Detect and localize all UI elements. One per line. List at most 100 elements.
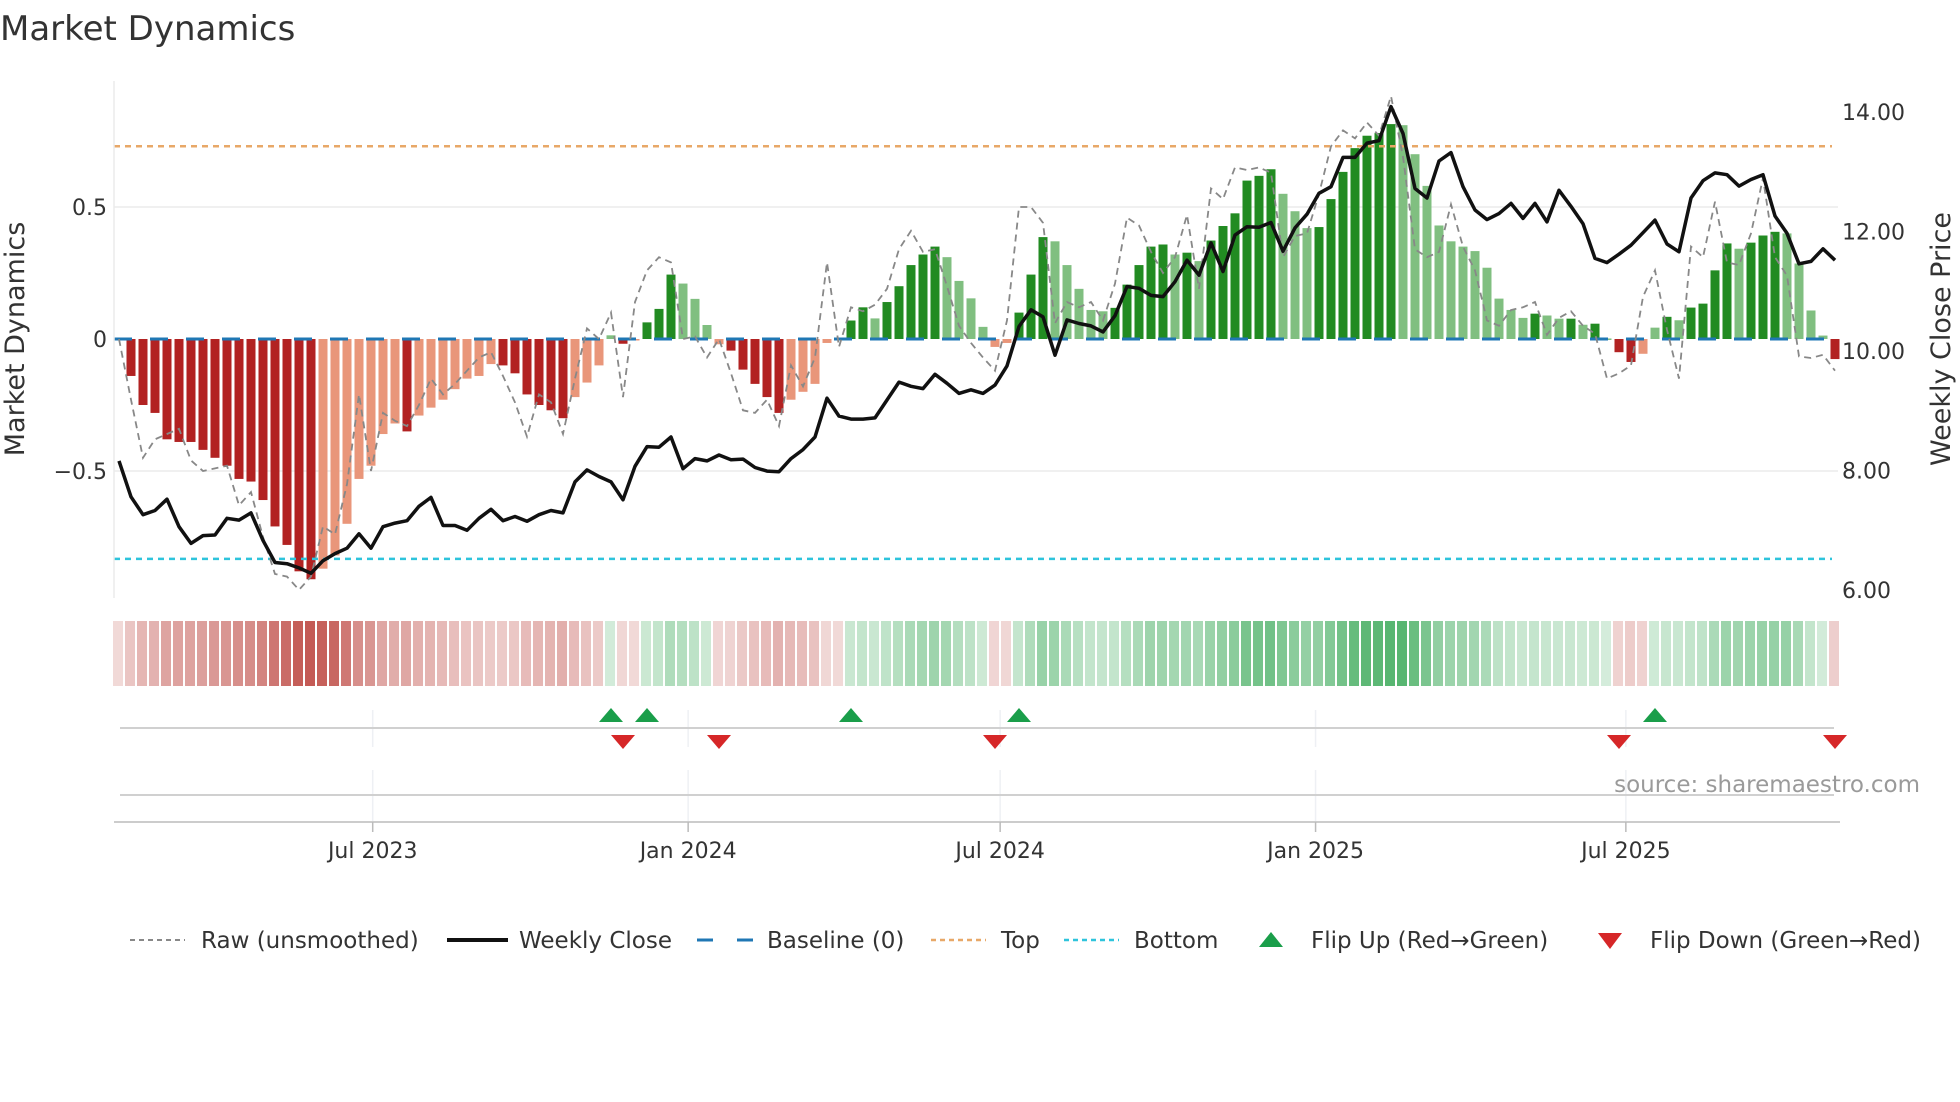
dynamics-bar [1650,327,1660,339]
heat-strip-cell [485,621,495,686]
dynamics-bar [1566,318,1576,339]
heat-strip-cell [1325,621,1335,686]
heat-strip-cell [737,621,747,686]
dynamics-bar [1674,320,1684,339]
heat-strip-cell [185,621,195,686]
heat-strip-cell [257,621,267,686]
heat-strip-cell [869,621,879,686]
dynamics-bar [918,254,928,339]
dynamics-bar [1362,135,1372,339]
heat-strip-cell [1481,621,1491,686]
dynamics-bar [906,265,916,339]
dynamics-bar [126,339,136,376]
heat-strip-cell [1061,621,1071,686]
dynamics-bar [894,286,904,339]
heat-strip-cell [1721,621,1731,686]
dynamics-bar [786,339,796,400]
dynamics-bar [522,339,532,395]
dynamics-bar [162,339,172,440]
heat-strip-cell [1265,621,1275,686]
heat-strip-cell [125,621,135,686]
heat-strip-cell [1745,621,1755,686]
dynamics-bar [558,339,568,419]
dynamics-bar [1830,339,1840,360]
heat-strip-cell [377,621,387,686]
heat-strip-cell [1661,621,1671,686]
heat-strip-cell [1445,621,1455,686]
dynamics-bar [1758,235,1768,339]
dynamics-bar [1374,133,1384,339]
heat-strip-cell [1505,621,1515,686]
heat-strip-cell [1529,621,1539,686]
heat-strip-cell [1781,621,1791,686]
dynamics-bar [582,339,592,383]
heat-strip-cell [809,621,819,686]
dynamics-bar [474,339,484,376]
dynamics-bar [258,339,268,501]
heat-strip-cell [797,621,807,686]
heat-strip-cell [569,621,579,686]
heat-strip-cell [557,621,567,686]
dynamics-bar [594,339,604,366]
heat-strip-cell [1001,621,1011,686]
dynamics-bar [882,302,892,339]
heat-strip-cell [1025,621,1035,686]
flip-down-marker [1607,735,1631,749]
x-tick-label: Jan 2024 [638,839,737,864]
flip-up-marker [635,708,659,722]
dynamics-bar [750,339,760,384]
heat-strip-cell [1277,621,1287,686]
heat-strip-cell [1409,621,1419,686]
dynamics-bar [1338,171,1348,339]
dynamics-bar [378,339,388,435]
dynamics-bar [1002,339,1012,343]
heat-strip-cell [581,621,591,686]
flip-up-marker [599,708,623,722]
heat-strip-cell [1049,621,1059,686]
dynamics-bar [186,339,196,442]
flip-up-marker [1643,708,1667,722]
heat-strip-cell [641,621,651,686]
heat-strip-cell [1181,621,1191,686]
dynamics-bar [498,339,508,366]
dynamics-bar [1782,233,1792,339]
dynamics-bar [1806,310,1816,339]
heat-strip-cell [1301,621,1311,686]
legend: Raw (unsmoothed) Weekly Close Baseline (0)… [130,928,1921,954]
heat-strip-cell [845,621,855,686]
heat-strip-cell [1229,621,1239,686]
series-lines [117,95,1837,592]
dynamics-bar [654,308,664,339]
heat-strip-cell [773,621,783,686]
dynamics-bar [1350,148,1360,339]
heat-strip-cell [941,621,951,686]
heat-strip-cell [461,621,471,686]
heat-strip-cell [677,621,687,686]
dynamics-bar [1698,303,1708,339]
heat-strip-cell [725,621,735,686]
dynamics-bar [210,339,220,458]
left-tick-label: 0 [93,328,107,353]
heat-strip-cell [1205,621,1215,686]
heat-strip-cell [1253,621,1263,686]
chart-title: Market Dynamics [0,9,295,49]
heat-strip-cell [929,621,939,686]
heat-strip-cell [629,621,639,686]
heat-strip-cell [617,621,627,686]
heat-strip-cell [713,621,723,686]
heat-strip-cell [749,621,759,686]
heat-strip-cell [1577,621,1587,686]
legend-label: Bottom [1134,928,1218,954]
dynamics-bar [810,339,820,384]
flip-down-marker [707,735,731,749]
heat-strip-cell [665,621,675,686]
left-tick-label: 0.5 [72,196,107,221]
heat-strip-cell [1829,621,1839,686]
legend-flip-up-icon [1259,932,1283,947]
heat-strip-cell [1097,621,1107,686]
right-tick-label: 8.00 [1842,460,1891,485]
flip-markers [120,708,1847,796]
dynamics-bar [846,320,856,339]
heat-strip-cell [293,621,303,686]
dynamics-bar [426,339,436,408]
